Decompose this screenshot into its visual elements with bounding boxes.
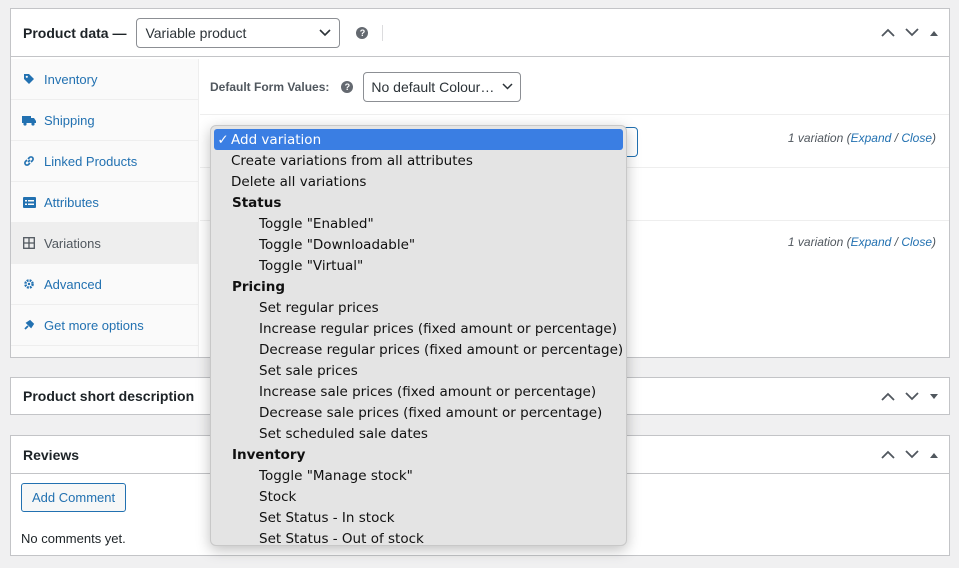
default-form-row: Default Form Values: ? No default Colour… <box>200 59 949 115</box>
tab-label: Advanced <box>44 276 102 292</box>
option-label: Add variation <box>231 131 322 148</box>
move-up-icon[interactable] <box>881 28 895 37</box>
expand-link[interactable]: Expand <box>851 235 892 249</box>
panel-controls <box>881 378 939 414</box>
tab-label: Attributes <box>44 194 99 210</box>
chevron-down-icon <box>502 83 513 90</box>
move-up-icon[interactable] <box>881 450 895 459</box>
reviews-title: Reviews <box>23 446 80 463</box>
product-type-select[interactable]: Variable product <box>136 17 341 48</box>
chevron-down-icon <box>319 28 332 36</box>
collapse-toggle-icon[interactable] <box>929 452 939 458</box>
dropdown-option[interactable]: Set Status - Out of stock <box>211 528 626 546</box>
dropdown-option[interactable]: Increase sale prices (fixed amount or pe… <box>211 381 626 402</box>
default-colour-select[interactable]: No default Colour… <box>363 71 522 102</box>
help-icon[interactable]: ? <box>356 26 369 39</box>
link-icon <box>22 155 36 167</box>
paren: ) <box>932 235 936 249</box>
move-down-icon[interactable] <box>905 28 919 37</box>
product-data-tabs: Inventory Shipping Linked Products Attri… <box>11 59 199 357</box>
dropdown-option[interactable]: Decrease regular prices (fixed amount or… <box>211 339 626 360</box>
dropdown-option[interactable]: Increase regular prices (fixed amount or… <box>211 318 626 339</box>
tab-advanced[interactable]: Advanced <box>11 264 198 305</box>
dropdown-group-label: Inventory <box>232 446 306 463</box>
tag-icon <box>22 73 36 85</box>
dropdown-option-add-variation[interactable]: ✓ Add variation <box>214 129 623 150</box>
dropdown-option[interactable]: Toggle "Downloadable" <box>211 234 626 255</box>
tab-inventory[interactable]: Inventory <box>11 59 198 100</box>
dropdown-option[interactable]: Delete all variations <box>211 171 626 192</box>
checkmark-icon: ✓ <box>217 131 229 148</box>
no-comments-text: No comments yet. <box>21 531 126 546</box>
close-link[interactable]: Close <box>901 131 932 145</box>
separator: / <box>891 235 902 249</box>
truck-icon <box>22 115 36 126</box>
paren: ) <box>932 131 936 145</box>
plugin-icon <box>22 319 36 331</box>
dropdown-group-label: Status <box>232 194 282 211</box>
tab-attributes[interactable]: Attributes <box>11 182 198 223</box>
list-icon <box>22 196 36 208</box>
expand-link[interactable]: Expand <box>851 131 892 145</box>
tab-label: Get more options <box>44 317 144 333</box>
tab-variations[interactable]: Variations <box>11 223 198 264</box>
bulk-actions-dropdown[interactable]: ✓ Add variation Create variations from al… <box>210 125 627 546</box>
dropdown-option[interactable]: Create variations from all attributes <box>211 150 626 171</box>
dropdown-option[interactable]: Set scheduled sale dates <box>211 423 626 444</box>
product-data-header: Product data — Variable product ? <box>11 9 949 57</box>
tab-label: Linked Products <box>44 153 138 169</box>
tab-linked-products[interactable]: Linked Products <box>11 141 198 182</box>
separator: / <box>891 131 902 145</box>
variation-count: 1 variation (Expand / Close) <box>788 131 936 145</box>
short-description-title: Product short description <box>23 388 195 404</box>
tab-label: Shipping <box>44 112 95 128</box>
product-type-value: Variable product <box>145 24 247 41</box>
product-data-title: Product data — <box>23 24 127 41</box>
dropdown-option[interactable]: Set regular prices <box>211 297 626 318</box>
dropdown-option[interactable]: Set Status - In stock <box>211 507 626 528</box>
tab-shipping[interactable]: Shipping <box>11 100 198 141</box>
add-comment-button[interactable]: Add Comment <box>21 483 127 512</box>
variation-count-text: 1 variation ( <box>787 235 851 249</box>
panel-controls <box>881 9 939 56</box>
tab-get-more-options[interactable]: Get more options <box>11 305 198 346</box>
grid-icon <box>22 237 36 249</box>
move-down-icon[interactable] <box>905 391 919 401</box>
tab-label: Inventory <box>44 71 98 87</box>
dropdown-option[interactable]: Toggle "Enabled" <box>211 213 626 234</box>
dropdown-option[interactable]: Set sale prices <box>211 360 626 381</box>
collapse-toggle-icon[interactable] <box>929 30 939 36</box>
help-icon[interactable]: ? <box>341 80 354 93</box>
dropdown-group-label: Pricing <box>232 278 286 295</box>
default-form-label: Default Form Values: <box>210 79 330 94</box>
variation-count-bottom: 1 variation (Expand / Close) <box>788 235 936 249</box>
default-colour-value: No default Colour… <box>371 78 495 95</box>
dropdown-option[interactable]: Stock <box>211 486 626 507</box>
variation-count-text: 1 variation ( <box>787 131 851 145</box>
gear-icon <box>22 278 36 290</box>
tab-label: Variations <box>44 235 101 251</box>
dropdown-option[interactable]: Toggle "Manage stock" <box>211 465 626 486</box>
dropdown-option[interactable]: Toggle "Virtual" <box>211 255 626 276</box>
move-up-icon[interactable] <box>881 392 895 401</box>
divider <box>382 24 384 41</box>
panel-controls <box>881 436 939 473</box>
close-link[interactable]: Close <box>901 235 932 249</box>
dropdown-option[interactable]: Decrease sale prices (fixed amount or pe… <box>211 402 626 423</box>
collapse-toggle-icon[interactable] <box>929 393 939 399</box>
move-down-icon[interactable] <box>905 450 919 459</box>
